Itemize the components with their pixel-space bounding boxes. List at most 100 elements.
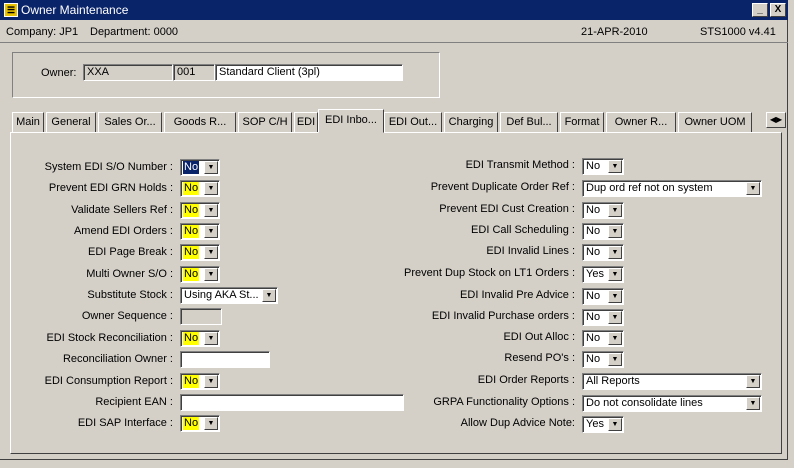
grpa-select[interactable]: Do not consolidate lines ▼ (582, 395, 762, 412)
transmit-label: EDI Transmit Method : (465, 159, 575, 171)
chevron-down-icon[interactable]: ▼ (608, 268, 622, 281)
edi-inbound-panel: System EDI S/O Number : No ▼ Prevent EDI … (10, 132, 782, 454)
stock-recon-select[interactable]: No ▼ (180, 330, 220, 347)
amend-edi-select[interactable]: No ▼ (180, 223, 220, 240)
chevron-down-icon[interactable]: ▼ (608, 204, 622, 217)
page-break-select[interactable]: No ▼ (180, 244, 220, 261)
tab-edi-inbound[interactable]: EDI Inbo... (318, 109, 384, 133)
dup-order-select[interactable]: Dup ord ref not on system ▼ (582, 180, 762, 197)
val-sellers-select[interactable]: No ▼ (180, 202, 220, 219)
owner-maintenance-window: ☰ Owner Maintenance _ X Company: JP1 Dep… (0, 0, 788, 460)
chevron-down-icon[interactable]: ▼ (608, 160, 622, 173)
chevron-down-icon[interactable]: ▼ (204, 246, 218, 259)
chevron-down-icon[interactable]: ▼ (746, 375, 760, 388)
grpa-label: GRPA Functionality Options : (433, 396, 575, 408)
invalid-pre-label: EDI Invalid Pre Advice : (460, 289, 575, 301)
chevron-down-icon[interactable]: ▼ (204, 268, 218, 281)
chevron-down-icon[interactable]: ▼ (608, 332, 622, 345)
subst-stock-select[interactable]: Using AKA St... ▼ (180, 287, 278, 304)
chevron-down-icon[interactable]: ▼ (746, 182, 760, 195)
chevron-down-icon[interactable]: ▼ (608, 246, 622, 259)
version-text: STS1000 v4.41 (700, 26, 776, 38)
multi-owner-select[interactable]: No ▼ (180, 266, 220, 283)
info-bar: Company: JP1 Department: 0000 21-APR-201… (0, 21, 788, 43)
chevron-down-icon[interactable]: ▼ (262, 289, 276, 302)
sys-edi-so-select[interactable]: No ▼ (180, 159, 220, 176)
call-sched-label: EDI Call Scheduling : (471, 224, 575, 236)
sap-iface-label: EDI SAP Interface : (77, 417, 173, 429)
amend-edi-label: Amend EDI Orders : (73, 225, 173, 237)
tab-main[interactable]: Main (12, 112, 44, 133)
prev-grn-label: Prevent EDI GRN Holds : (48, 182, 173, 194)
multi-owner-label: Multi Owner S/O : (86, 268, 173, 280)
tab-sop-ch[interactable]: SOP C/H (238, 112, 292, 133)
sys-edi-so-label: System EDI S/O Number : (44, 161, 173, 173)
chevron-down-icon[interactable]: ▼ (746, 397, 760, 410)
tab-scroll-arrows-icon[interactable]: ◀▶ (766, 112, 786, 128)
chevron-down-icon[interactable]: ▼ (608, 311, 622, 324)
chevron-down-icon[interactable]: ▼ (204, 182, 218, 195)
chevron-down-icon[interactable]: ▼ (204, 225, 218, 238)
cust-creation-label: Prevent EDI Cust Creation : (439, 203, 575, 215)
tab-sales-orders[interactable]: Sales Or... (98, 112, 162, 133)
close-button[interactable]: X (770, 3, 786, 17)
out-alloc-label: EDI Out Alloc : (503, 331, 575, 343)
owner-label: Owner: (41, 67, 77, 79)
invalid-lines-select[interactable]: No ▼ (582, 244, 624, 261)
out-alloc-select[interactable]: No ▼ (582, 330, 624, 347)
app-icon: ☰ (4, 3, 18, 17)
owner-group: Owner: XXA 001 Standard Client (3pl) (12, 52, 440, 98)
resend-po-label: Resend PO's : (504, 352, 575, 364)
department-text: Department: 0000 (90, 26, 179, 38)
chevron-down-icon[interactable]: ▼ (608, 418, 622, 431)
order-reports-label: EDI Order Reports : (477, 374, 575, 386)
minimize-button[interactable]: _ (752, 3, 768, 17)
tab-charging[interactable]: Charging (444, 112, 498, 133)
owner-name-field[interactable]: Standard Client (3pl) (215, 64, 403, 81)
chevron-down-icon[interactable]: ▼ (608, 225, 622, 238)
owner-number-field[interactable]: 001 (173, 64, 215, 81)
recon-owner-label: Reconciliation Owner : (62, 353, 173, 365)
dup-stock-select[interactable]: Yes ▼ (582, 266, 624, 283)
tab-general[interactable]: General (46, 112, 96, 133)
tab-edi-outbound[interactable]: EDI Out... (384, 112, 442, 133)
resend-po-select[interactable]: No ▼ (582, 351, 624, 368)
call-sched-select[interactable]: No ▼ (582, 223, 624, 240)
invalid-pre-select[interactable]: No ▼ (582, 288, 624, 305)
chevron-down-icon[interactable]: ▼ (204, 161, 218, 174)
prev-grn-select[interactable]: No ▼ (180, 180, 220, 197)
invalid-po-select[interactable]: No ▼ (582, 309, 624, 326)
chevron-down-icon[interactable]: ▼ (204, 417, 218, 430)
title-bar: ☰ Owner Maintenance _ X (0, 0, 788, 20)
owner-code-field[interactable]: XXA (83, 64, 173, 81)
chevron-down-icon[interactable]: ▼ (204, 332, 218, 345)
date-text: 21-APR-2010 (581, 26, 648, 38)
chevron-down-icon[interactable]: ▼ (204, 204, 218, 217)
owner-seq-field[interactable] (180, 308, 222, 325)
cust-creation-select[interactable]: No ▼ (582, 202, 624, 219)
transmit-select[interactable]: No ▼ (582, 158, 624, 175)
recon-owner-field[interactable] (180, 351, 270, 368)
dup-advice-select[interactable]: Yes ▼ (582, 416, 624, 433)
tab-edi[interactable]: EDI (294, 112, 318, 133)
recipient-ean-field[interactable] (180, 394, 404, 411)
chevron-down-icon[interactable]: ▼ (608, 290, 622, 303)
tab-owner-uom[interactable]: Owner UOM (678, 112, 752, 133)
tab-owner-r[interactable]: Owner R... (606, 112, 676, 133)
order-reports-select[interactable]: All Reports ▼ (582, 373, 762, 390)
sap-iface-select[interactable]: No ▼ (180, 415, 220, 432)
tab-format[interactable]: Format (560, 112, 604, 133)
chevron-down-icon[interactable]: ▼ (204, 375, 218, 388)
company-text: Company: JP1 (6, 26, 79, 38)
tab-strip: Main General Sales Or... Goods R... SOP … (10, 109, 786, 133)
dup-advice-label: Allow Dup Advice Note: (460, 417, 575, 429)
owner-seq-label: Owner Sequence : (81, 310, 173, 322)
invalid-lines-label: EDI Invalid Lines : (486, 245, 575, 257)
chevron-down-icon[interactable]: ▼ (608, 353, 622, 366)
window-title: Owner Maintenance (21, 3, 129, 17)
recipient-ean-label: Recipient EAN : (95, 396, 173, 408)
tab-def-bulk[interactable]: Def Bul... (500, 112, 558, 133)
val-sellers-label: Validate Sellers Ref : (71, 204, 173, 216)
tab-goods-received[interactable]: Goods R... (164, 112, 236, 133)
consumption-select[interactable]: No ▼ (180, 373, 220, 390)
